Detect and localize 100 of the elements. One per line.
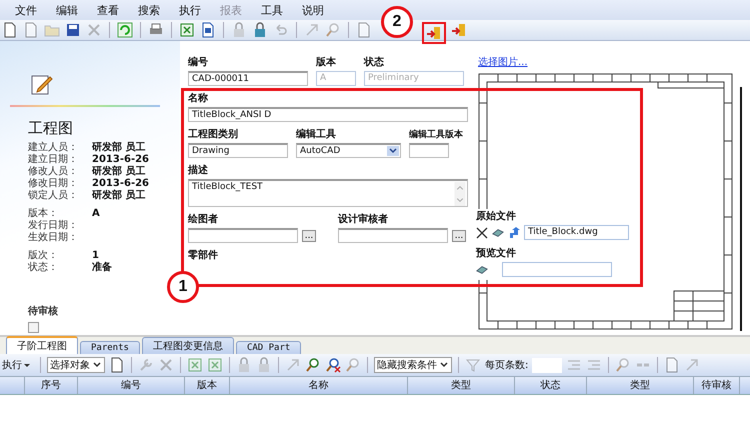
- category-field[interactable]: Drawing: [188, 143, 288, 158]
- document-search-icon[interactable]: [325, 22, 341, 38]
- field-label: 修改日期：: [28, 178, 79, 190]
- field-value: 研发部 员工: [92, 190, 146, 202]
- field-label: 锁定人员：: [28, 190, 79, 202]
- column-header[interactable]: 待审核: [694, 377, 740, 394]
- field-label: 发行日期：: [28, 220, 79, 232]
- panel-title: 工程图: [28, 119, 74, 138]
- tab[interactable]: 工程图变更信息: [142, 337, 234, 354]
- spreadsheet-icon[interactable]: [207, 357, 223, 373]
- menu-item[interactable]: 文件: [15, 2, 37, 18]
- field-value: 1: [92, 250, 99, 262]
- reviewer-field[interactable]: [338, 228, 448, 243]
- field-value: 研发部 员工: [92, 166, 146, 178]
- field-label: 编号: [188, 57, 209, 69]
- description-field[interactable]: TitleBlock_TEST: [188, 179, 468, 207]
- field-label: 编辑工具: [296, 129, 337, 141]
- menu-item[interactable]: 工具: [261, 2, 283, 18]
- column-header[interactable]: 版本: [185, 377, 230, 394]
- column-header[interactable]: 状态: [515, 377, 587, 394]
- column-header[interactable]: 编号: [78, 377, 185, 394]
- field-label: 待审核: [28, 304, 59, 318]
- search-icon[interactable]: [305, 357, 321, 373]
- browse-button[interactable]: ...: [452, 230, 466, 242]
- tool-version-field[interactable]: [409, 143, 449, 158]
- document-icon[interactable]: [109, 357, 125, 373]
- menu-item[interactable]: 执行: [179, 2, 201, 18]
- field-label: 名称: [188, 93, 209, 105]
- document-icon[interactable]: [2, 22, 18, 38]
- tool-dropdown[interactable]: AutoCAD: [296, 143, 401, 158]
- number-field[interactable]: CAD-000011: [188, 71, 308, 86]
- page-size-field[interactable]: [532, 358, 562, 372]
- source-file-field[interactable]: Title_Block.dwg: [524, 225, 629, 240]
- page-size-label: 每页条数:: [485, 359, 528, 372]
- padlock-icon[interactable]: [231, 22, 247, 38]
- menu-item[interactable]: 查看: [97, 2, 119, 18]
- execute-menu[interactable]: 执行: [0, 358, 34, 372]
- padlock-icon[interactable]: [252, 22, 268, 38]
- object-dropdown[interactable]: 选择对象: [47, 357, 105, 373]
- menu-item[interactable]: 搜索: [138, 2, 160, 18]
- arrow-icon[interactable]: [684, 357, 700, 373]
- field-value: 准备: [92, 262, 112, 274]
- field-label: 原始文件: [476, 211, 517, 223]
- search-options-dropdown[interactable]: 隐藏搜索条件: [374, 357, 452, 373]
- chevron-down-icon: [92, 360, 102, 370]
- review-checkbox[interactable]: [28, 322, 39, 333]
- field-value: A: [92, 208, 100, 220]
- chevron-down-icon: [439, 360, 449, 370]
- drawer-field[interactable]: [188, 228, 298, 243]
- field-label: 版本: [316, 57, 337, 69]
- spreadsheet-icon[interactable]: [179, 22, 195, 38]
- field-label: 建立人员：: [28, 142, 79, 154]
- column-header[interactable]: 类型: [408, 377, 515, 394]
- field-value: 2013-6-26: [92, 178, 150, 190]
- menu-item[interactable]: 说明: [302, 2, 324, 18]
- filter-icon[interactable]: [465, 357, 481, 373]
- field-label: 生效日期：: [28, 232, 79, 244]
- search-icon[interactable]: [325, 357, 341, 373]
- document-search-icon[interactable]: [615, 357, 632, 373]
- column-header[interactable]: 类型: [587, 377, 694, 394]
- close-icon[interactable]: [476, 226, 488, 238]
- tab[interactable]: Parents: [80, 341, 140, 354]
- field-label: 零部件: [188, 250, 219, 262]
- preview-file-field[interactable]: [502, 262, 612, 277]
- padlock-icon[interactable]: [256, 357, 272, 373]
- arrow-icon[interactable]: [304, 22, 320, 38]
- refresh-icon[interactable]: [117, 22, 133, 38]
- field-label: 工程图类别: [188, 129, 239, 141]
- padlock-icon[interactable]: [236, 357, 252, 373]
- field-label: 设计审核者: [338, 214, 389, 226]
- field-label: 编辑工具版本: [409, 129, 463, 141]
- tab[interactable]: CAD Part: [236, 341, 302, 354]
- callout-number: 1: [167, 271, 199, 303]
- word-document-icon[interactable]: [200, 22, 216, 38]
- door-arrow-icon[interactable]: [426, 25, 442, 41]
- field-value: 2013-6-26: [92, 154, 150, 166]
- wrench-icon[interactable]: [138, 357, 154, 373]
- select-image-link[interactable]: 选择图片...: [478, 57, 750, 69]
- column-header[interactable]: 序号: [25, 377, 78, 394]
- save-icon[interactable]: [65, 22, 81, 38]
- upload-arrow-icon[interactable]: [508, 226, 520, 238]
- field-label: 建立日期：: [28, 154, 79, 166]
- tab[interactable]: 子阶工程图: [6, 336, 78, 354]
- menu-item[interactable]: 编辑: [56, 2, 78, 18]
- field-label: 状态：: [28, 262, 59, 274]
- scrollbar-drawing: [454, 182, 466, 206]
- field-label: 描述: [188, 165, 209, 177]
- column-header[interactable]: 名称: [230, 377, 408, 394]
- field-label: 状态: [364, 57, 385, 69]
- field-label: 绘图者: [188, 214, 219, 226]
- field-label: 版次：: [28, 250, 59, 262]
- document-edit-icon: [30, 73, 54, 97]
- field-label: 版本：: [28, 208, 58, 220]
- browse-button[interactable]: ...: [302, 230, 316, 242]
- spreadsheet-icon[interactable]: [187, 357, 203, 373]
- door-arrow-icon[interactable]: [451, 22, 467, 38]
- field-label: 修改人员：: [28, 166, 79, 178]
- field-label: 预览文件: [476, 248, 517, 260]
- name-field[interactable]: TitleBlock_ANSI D: [188, 107, 468, 122]
- field-value: 研发部 员工: [92, 142, 146, 154]
